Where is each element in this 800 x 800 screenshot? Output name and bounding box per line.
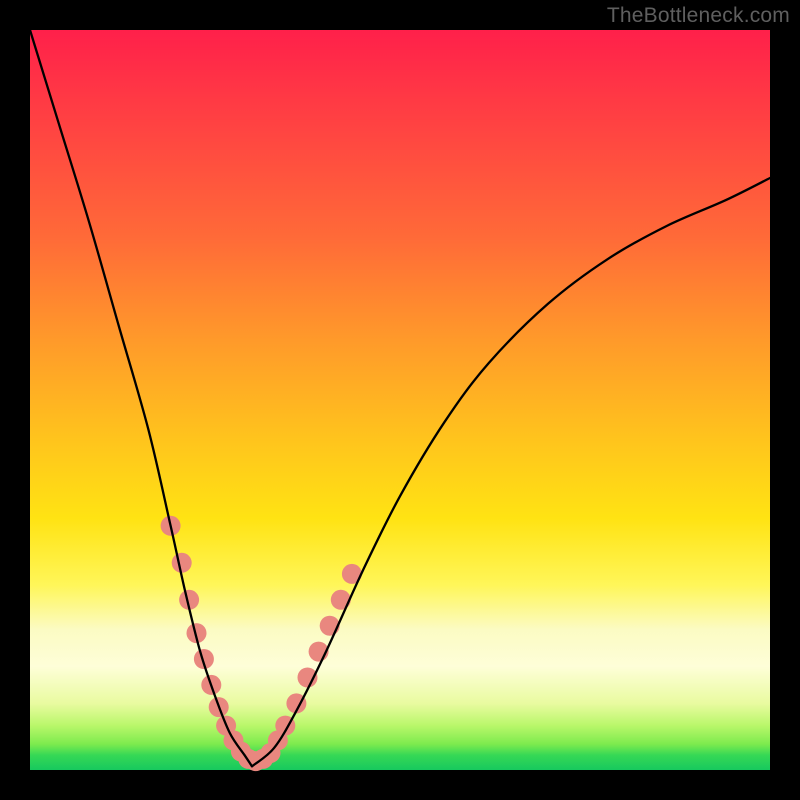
curve-right-arm xyxy=(252,178,770,766)
chart-svg xyxy=(30,30,770,770)
marker-layer xyxy=(161,516,362,771)
chart-frame: TheBottleneck.com xyxy=(0,0,800,800)
data-marker xyxy=(172,553,192,573)
plot-area xyxy=(30,30,770,770)
watermark-text: TheBottleneck.com xyxy=(607,4,790,28)
curve-left-arm xyxy=(30,30,252,766)
data-marker xyxy=(331,590,351,610)
